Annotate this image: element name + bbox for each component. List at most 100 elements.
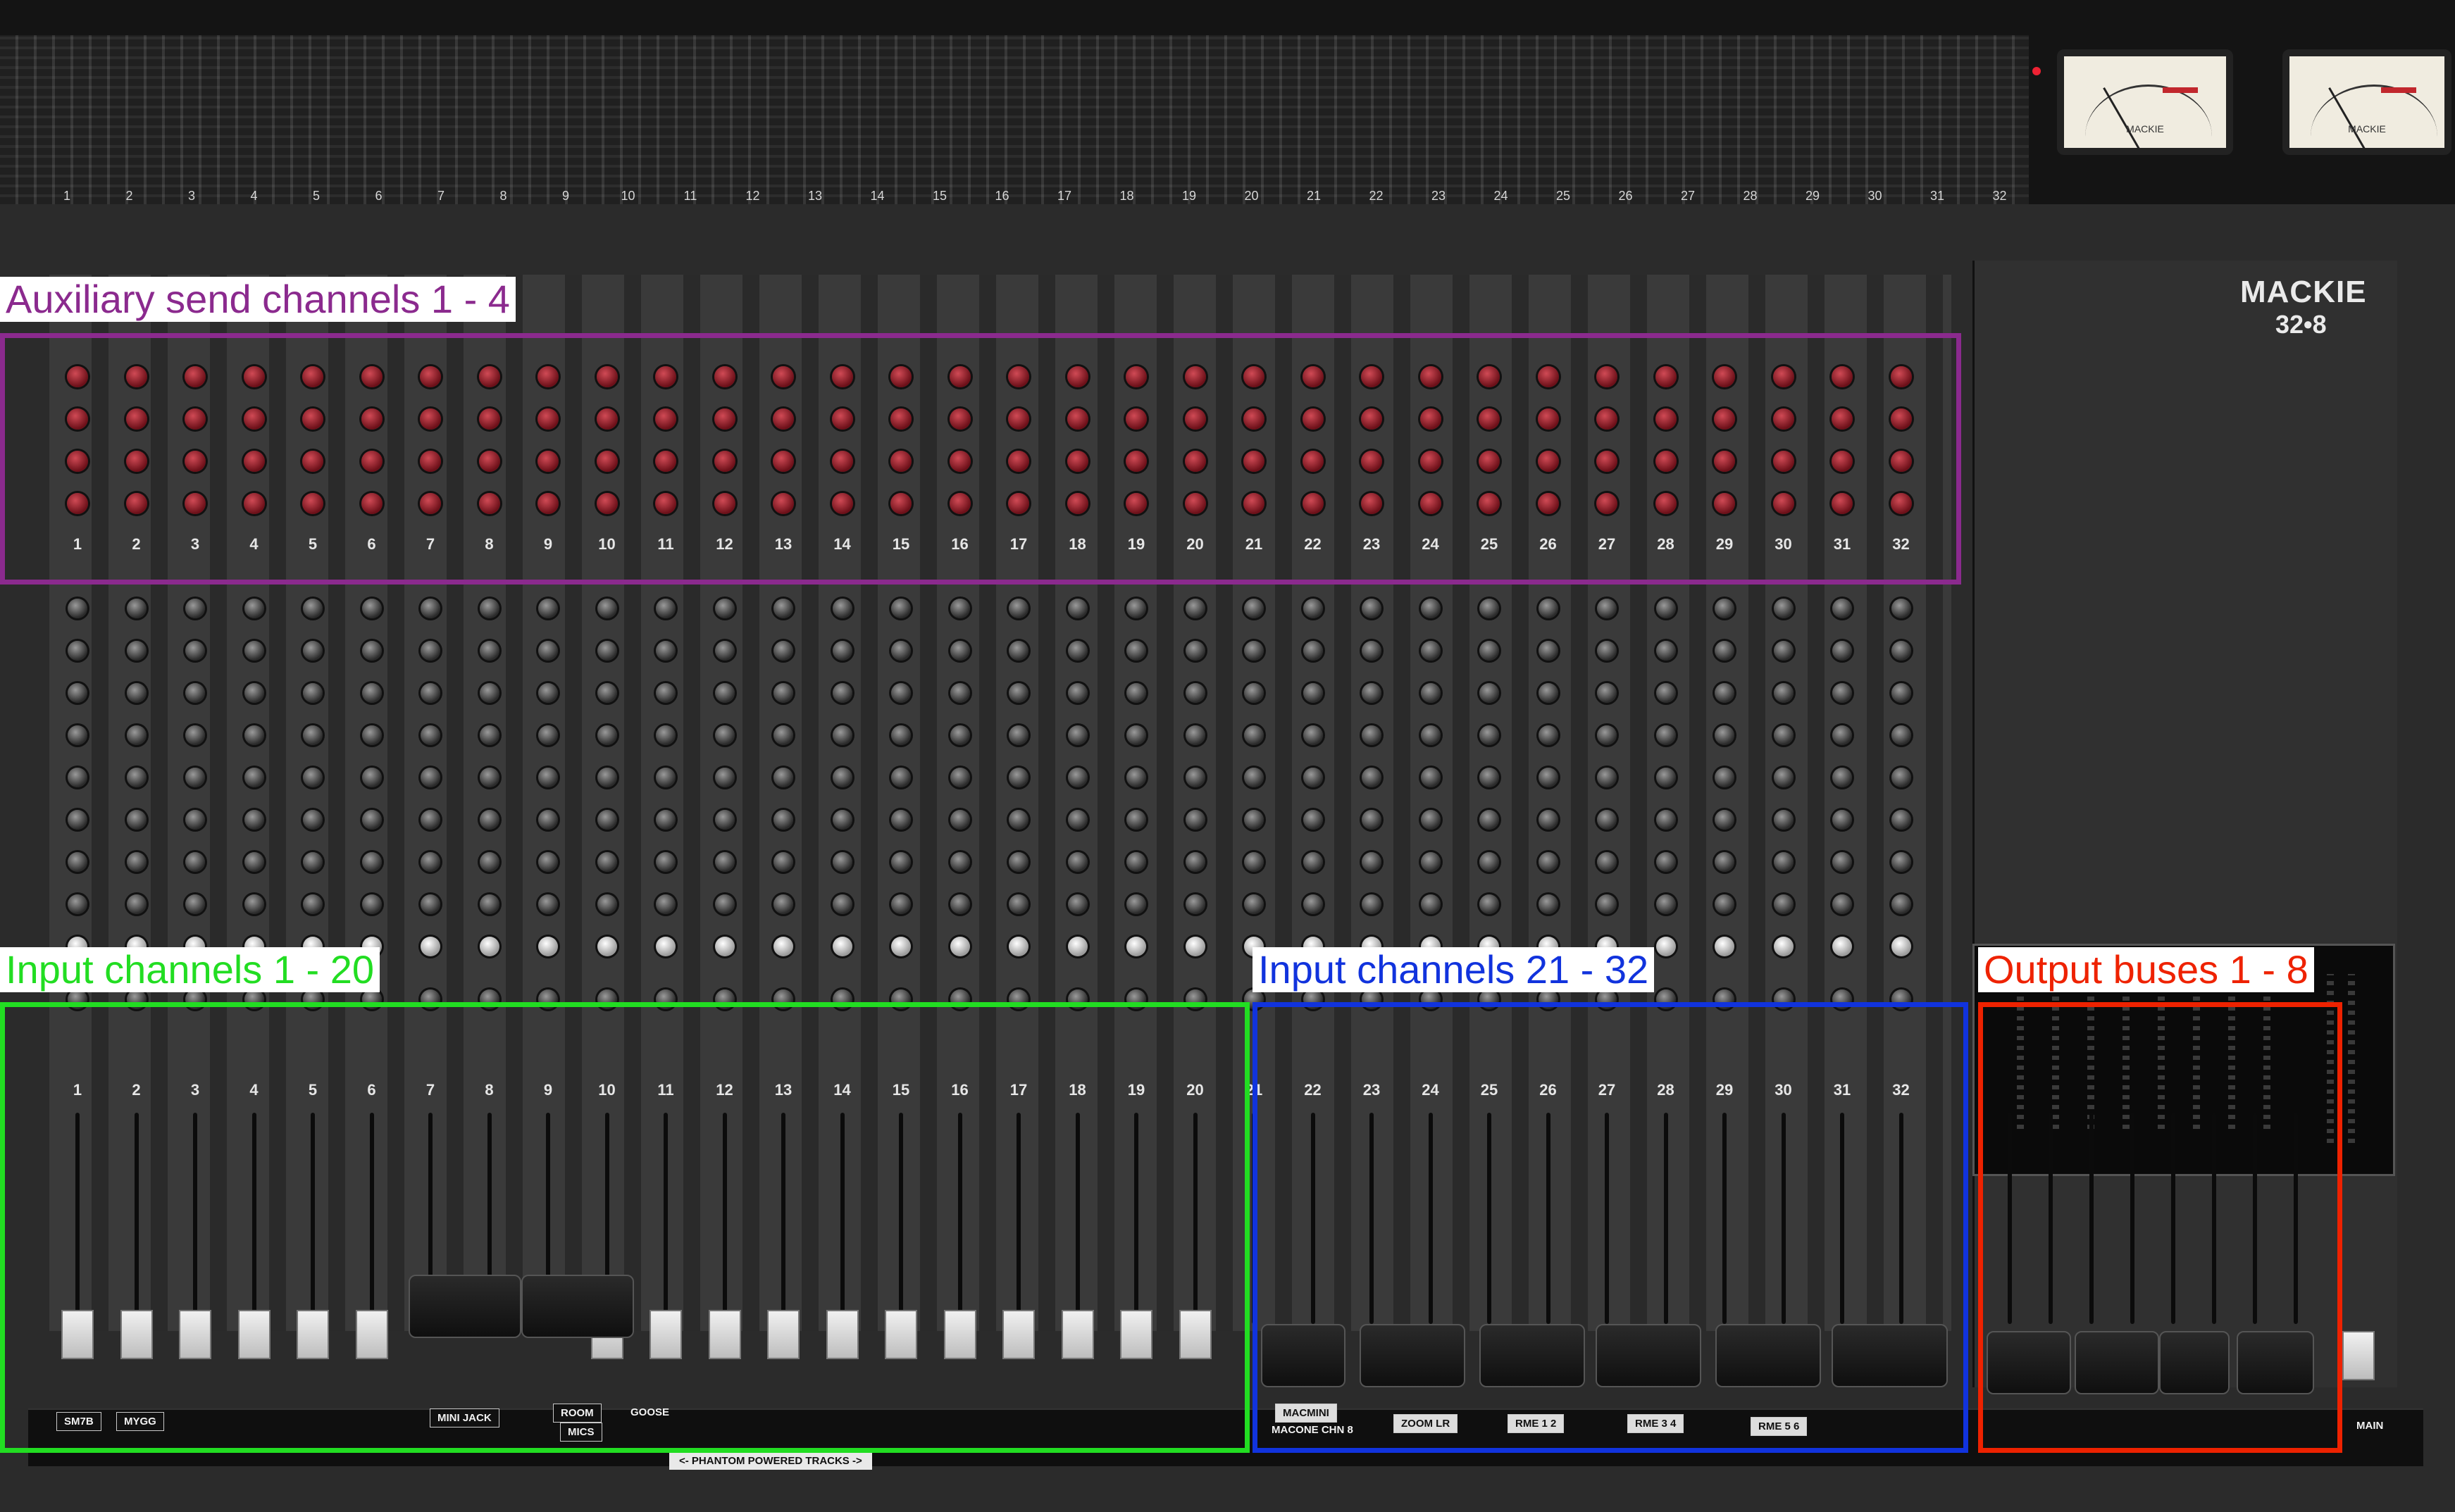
eq-knob[interactable]	[773, 852, 793, 872]
eq-knob[interactable]	[421, 768, 440, 787]
eq-knob[interactable]	[1479, 641, 1499, 661]
eq-knob[interactable]	[773, 725, 793, 745]
eq-knob[interactable]	[479, 852, 499, 872]
eq-knob[interactable]	[891, 641, 911, 661]
eq-knob[interactable]	[1715, 810, 1734, 830]
eq-knob[interactable]	[950, 725, 970, 745]
eq-knob[interactable]	[1655, 641, 1676, 661]
eq-knob[interactable]	[68, 725, 87, 745]
eq-knob[interactable]	[1244, 894, 1264, 914]
eq-knob[interactable]	[714, 810, 735, 830]
eq-knob[interactable]	[1715, 641, 1734, 661]
eq-knob[interactable]	[1303, 683, 1323, 703]
eq-knob[interactable]	[1832, 599, 1852, 618]
eq-knob[interactable]	[1244, 683, 1264, 703]
eq-knob[interactable]	[1597, 768, 1617, 787]
eq-knob[interactable]	[538, 641, 558, 661]
eq-knob[interactable]	[1597, 852, 1617, 872]
eq-knob[interactable]	[1773, 768, 1794, 787]
eq-knob[interactable]	[597, 641, 617, 661]
eq-knob[interactable]	[1538, 683, 1558, 703]
eq-knob[interactable]	[1479, 725, 1499, 745]
eq-knob[interactable]	[1362, 599, 1381, 618]
eq-knob[interactable]	[950, 641, 970, 661]
eq-knob[interactable]	[1067, 683, 1088, 703]
eq-knob[interactable]	[538, 852, 558, 872]
eq-knob[interactable]	[1126, 599, 1146, 618]
main-mix-fader-cap[interactable]	[2342, 1331, 2375, 1380]
pan-knob[interactable]	[1009, 937, 1028, 956]
eq-knob[interactable]	[1479, 852, 1499, 872]
eq-knob[interactable]	[479, 725, 499, 745]
eq-knob[interactable]	[1185, 894, 1205, 914]
pan-knob[interactable]	[714, 937, 735, 956]
eq-knob[interactable]	[1538, 641, 1558, 661]
pan-knob[interactable]	[538, 937, 558, 956]
eq-knob[interactable]	[1773, 725, 1794, 745]
eq-knob[interactable]	[1479, 599, 1499, 618]
eq-knob[interactable]	[1420, 852, 1441, 872]
eq-knob[interactable]	[891, 683, 911, 703]
eq-knob[interactable]	[538, 683, 558, 703]
eq-knob[interactable]	[1715, 725, 1734, 745]
eq-knob[interactable]	[1303, 641, 1323, 661]
eq-knob[interactable]	[597, 852, 617, 872]
eq-knob[interactable]	[185, 599, 205, 618]
eq-knob[interactable]	[1538, 852, 1558, 872]
eq-knob[interactable]	[1773, 852, 1794, 872]
eq-knob[interactable]	[1185, 683, 1205, 703]
eq-knob[interactable]	[1538, 725, 1558, 745]
pan-knob[interactable]	[656, 937, 676, 956]
eq-knob[interactable]	[1479, 683, 1499, 703]
eq-knob[interactable]	[1362, 641, 1381, 661]
eq-knob[interactable]	[244, 683, 264, 703]
eq-knob[interactable]	[773, 641, 793, 661]
eq-knob[interactable]	[479, 768, 499, 787]
eq-knob[interactable]	[244, 768, 264, 787]
eq-knob[interactable]	[832, 810, 852, 830]
eq-knob[interactable]	[303, 683, 323, 703]
eq-knob[interactable]	[1067, 894, 1088, 914]
eq-knob[interactable]	[1832, 852, 1852, 872]
eq-knob[interactable]	[538, 810, 558, 830]
eq-knob[interactable]	[1009, 810, 1028, 830]
eq-knob[interactable]	[538, 599, 558, 618]
eq-knob[interactable]	[773, 683, 793, 703]
eq-knob[interactable]	[1597, 894, 1617, 914]
eq-knob[interactable]	[126, 894, 147, 914]
eq-knob[interactable]	[361, 894, 382, 914]
eq-knob[interactable]	[126, 852, 147, 872]
eq-knob[interactable]	[1655, 768, 1676, 787]
eq-knob[interactable]	[244, 725, 264, 745]
eq-knob[interactable]	[1597, 810, 1617, 830]
eq-knob[interactable]	[1891, 768, 1911, 787]
eq-knob[interactable]	[1832, 641, 1852, 661]
eq-knob[interactable]	[1891, 725, 1911, 745]
pan-knob[interactable]	[1891, 937, 1911, 956]
eq-knob[interactable]	[1067, 810, 1088, 830]
eq-knob[interactable]	[1891, 641, 1911, 661]
eq-knob[interactable]	[656, 725, 676, 745]
eq-knob[interactable]	[891, 810, 911, 830]
eq-knob[interactable]	[479, 641, 499, 661]
eq-knob[interactable]	[597, 683, 617, 703]
eq-knob[interactable]	[1597, 683, 1617, 703]
eq-knob[interactable]	[185, 810, 205, 830]
eq-knob[interactable]	[656, 599, 676, 618]
eq-knob[interactable]	[1362, 725, 1381, 745]
eq-knob[interactable]	[1773, 683, 1794, 703]
eq-knob[interactable]	[479, 683, 499, 703]
eq-knob[interactable]	[1126, 810, 1146, 830]
eq-knob[interactable]	[656, 810, 676, 830]
eq-knob[interactable]	[1773, 894, 1794, 914]
eq-knob[interactable]	[773, 599, 793, 618]
pan-knob[interactable]	[1715, 937, 1734, 956]
eq-knob[interactable]	[1832, 810, 1852, 830]
eq-knob[interactable]	[1773, 810, 1794, 830]
eq-knob[interactable]	[1009, 599, 1028, 618]
eq-knob[interactable]	[303, 768, 323, 787]
eq-knob[interactable]	[1244, 768, 1264, 787]
eq-knob[interactable]	[538, 768, 558, 787]
pan-knob[interactable]	[1832, 937, 1852, 956]
pan-knob[interactable]	[1067, 937, 1088, 956]
